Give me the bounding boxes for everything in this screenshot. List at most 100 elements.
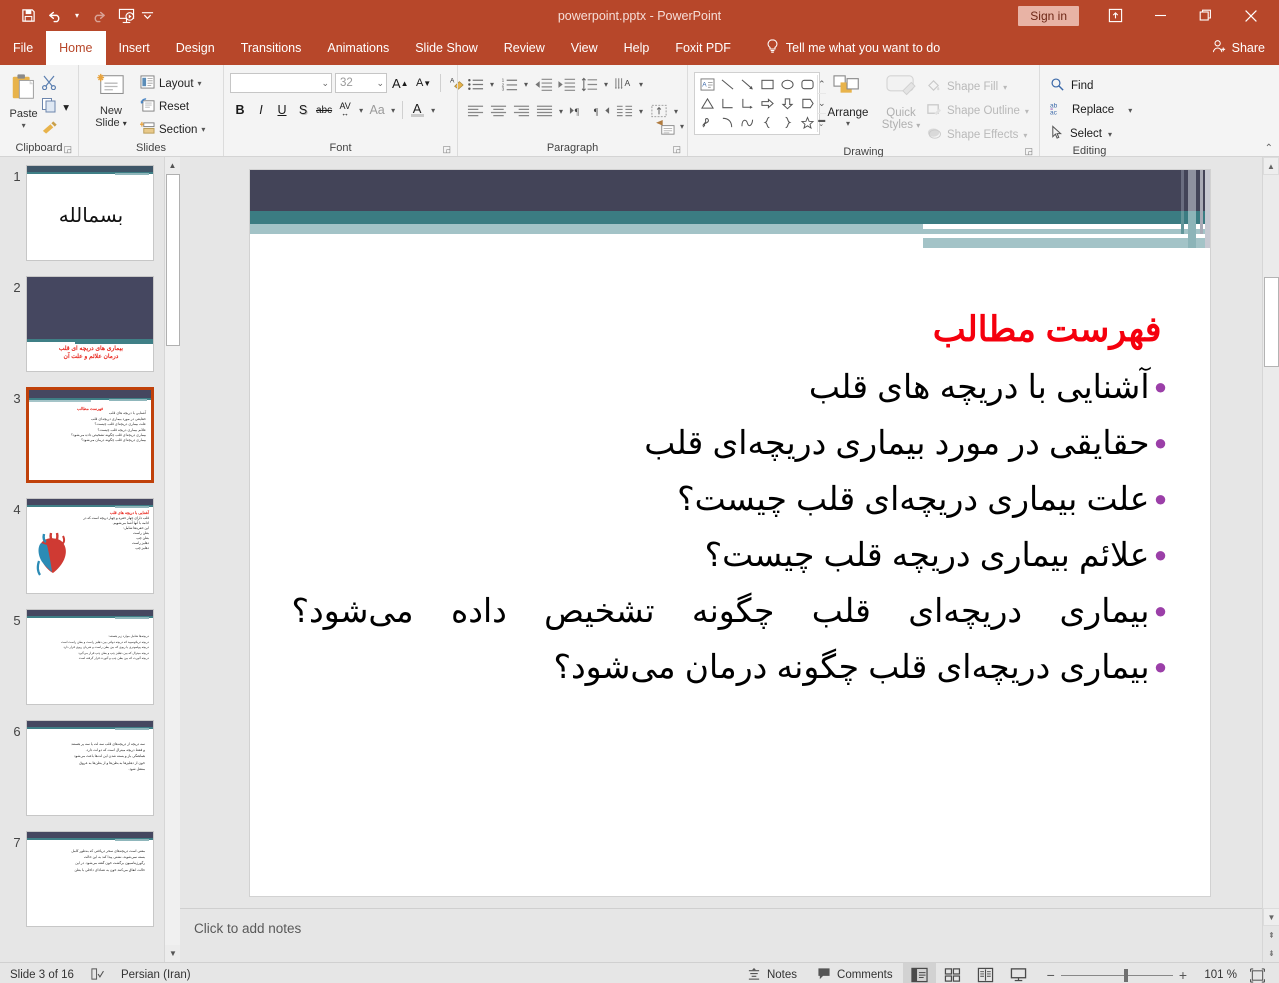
thumbnail-scroll-thumb[interactable]: [166, 174, 180, 346]
save-icon[interactable]: [14, 4, 42, 28]
replace-dropdown-icon[interactable]: ▾: [1128, 106, 1132, 115]
thumbnail-scroll-up-icon[interactable]: ▲: [165, 157, 180, 174]
tab-insert[interactable]: Insert: [106, 31, 163, 65]
shape-right-arrow-icon[interactable]: [757, 94, 777, 113]
share-button[interactable]: Share: [1212, 31, 1279, 65]
tab-file[interactable]: File: [0, 31, 46, 65]
slide-sorter-view-button[interactable]: [936, 963, 969, 983]
align-center-icon[interactable]: [487, 100, 509, 122]
previous-slide-icon[interactable]: ⇞: [1263, 926, 1279, 944]
shape-textbox-icon[interactable]: A: [697, 75, 717, 94]
align-right-icon[interactable]: [510, 100, 532, 122]
bold-button[interactable]: B: [230, 99, 250, 121]
thumbnail-slide-4[interactable]: آشنایی با دریچه های قلب قلب دارای چهار ح…: [26, 498, 154, 594]
justify-icon[interactable]: [533, 100, 555, 122]
thumbnail-item[interactable]: 4 آشنایی با دریچه های قلب قلب دارای چهار…: [0, 498, 180, 594]
font-color-dropdown-icon[interactable]: ▾: [428, 106, 438, 115]
numbering-icon[interactable]: 123: [498, 73, 520, 95]
change-case-button[interactable]: Aa: [367, 99, 387, 121]
line-spacing-dropdown-icon[interactable]: ▾: [601, 80, 611, 89]
thumbnail-item[interactable]: 1 بسمالله: [0, 165, 180, 261]
shape-down-arrow-icon[interactable]: [777, 94, 797, 113]
slide-vertical-scrollbar[interactable]: ▲ ▼ ⇞ ⇟: [1262, 157, 1279, 962]
font-size-dropdown-icon[interactable]: ⌄: [376, 78, 384, 89]
shape-scribble-icon[interactable]: [697, 113, 717, 132]
shape-rounded-rectangle-icon[interactable]: [797, 75, 817, 94]
shape-elbow-arrow-connector-icon[interactable]: [737, 94, 757, 113]
tab-help[interactable]: Help: [611, 31, 663, 65]
decrease-indent-icon[interactable]: [532, 73, 554, 95]
tell-me-search[interactable]: Tell me what you want to do: [766, 31, 940, 65]
tab-slide-show[interactable]: Slide Show: [402, 31, 491, 65]
scroll-thumb[interactable]: [1264, 277, 1279, 367]
undo-icon[interactable]: [42, 4, 70, 28]
font-color-button[interactable]: A: [407, 99, 427, 121]
shape-star-icon[interactable]: [797, 113, 817, 132]
strikethrough-button[interactable]: abc: [314, 99, 334, 121]
minimize-button[interactable]: [1138, 0, 1183, 31]
shape-curve-icon[interactable]: [737, 113, 757, 132]
shape-rectangle-icon[interactable]: [757, 75, 777, 94]
shape-arc-icon[interactable]: [717, 113, 737, 132]
select-dropdown-icon[interactable]: ▾: [1108, 130, 1112, 139]
increase-indent-icon[interactable]: [555, 73, 577, 95]
tab-foxit-pdf[interactable]: Foxit PDF: [662, 31, 744, 65]
slide-show-view-button[interactable]: [1002, 963, 1035, 983]
slide-title[interactable]: فهرست مطالب: [302, 310, 1162, 350]
undo-dropdown-icon[interactable]: ▾: [70, 4, 84, 28]
shape-triangle-icon[interactable]: [697, 94, 717, 113]
zoom-in-button[interactable]: +: [1179, 967, 1187, 983]
text-direction-dropdown-icon[interactable]: ▾: [636, 80, 646, 89]
shape-line-icon[interactable]: [717, 75, 737, 94]
layout-dropdown-icon[interactable]: ▾: [198, 79, 202, 88]
thumbnail-slide-5[interactable]: دریچه‌ها شامل موارد زیر هستند: دریچه تری…: [26, 609, 154, 705]
zoom-slider[interactable]: [1060, 968, 1173, 982]
collapse-ribbon-icon[interactable]: ⌃: [1265, 143, 1273, 154]
paste-dropdown-icon[interactable]: ▾: [22, 121, 26, 130]
decrease-font-size-button[interactable]: A ▼: [414, 72, 434, 94]
drawing-dialog-launcher-icon[interactable]: ◲: [1024, 146, 1033, 157]
ribbon-display-options-icon[interactable]: [1093, 0, 1138, 31]
character-spacing-button[interactable]: AV ↔: [335, 99, 355, 121]
shape-left-brace-icon[interactable]: [757, 113, 777, 132]
thumbnail-item[interactable]: 2 بیماری های دریچه ای قلب درمان علائم و …: [0, 276, 180, 372]
thumbnail-item[interactable]: 6 سه دریچه از دریچه‌های قلب سه لت یا سه …: [0, 720, 180, 816]
cut-button[interactable]: [41, 74, 72, 94]
paste-button[interactable]: Paste ▾: [6, 70, 41, 130]
slide-body-placeholder[interactable]: ● آشنایی با دریچه های قلب ● حقایقی در مو…: [292, 360, 1172, 696]
thumbnail-item[interactable]: 5 دریچه‌ها شامل موارد زیر هستند: دریچه ت…: [0, 609, 180, 705]
layout-button[interactable]: Layout ▾: [137, 73, 208, 94]
numbering-dropdown-icon[interactable]: ▾: [521, 80, 531, 89]
arrange-dropdown-icon[interactable]: ▾: [846, 119, 850, 128]
copy-button[interactable]: ▾: [41, 97, 72, 117]
zoom-slider-handle[interactable]: [1123, 968, 1128, 982]
bullets-dropdown-icon[interactable]: ▾: [487, 80, 497, 89]
font-size-input[interactable]: 32 ⌄: [335, 73, 387, 93]
thumbnail-slide-3[interactable]: فهرست مطالب آشنایی با دریچه های قلب حقای…: [26, 387, 154, 483]
slide-canvas[interactable]: فهرست مطالب ● آشنایی با دریچه های قلب ● …: [248, 169, 1211, 897]
tab-design[interactable]: Design: [163, 31, 228, 65]
font-dialog-launcher-icon[interactable]: ◲: [442, 144, 451, 155]
tab-review[interactable]: Review: [491, 31, 558, 65]
shape-pentagon-tag-icon[interactable]: [797, 94, 817, 113]
zoom-out-button[interactable]: −: [1047, 967, 1055, 983]
scroll-up-icon[interactable]: ▲: [1263, 157, 1279, 175]
italic-button[interactable]: I: [251, 99, 271, 121]
select-button[interactable]: Select ▾: [1046, 123, 1136, 145]
copy-dropdown-icon[interactable]: ▾: [60, 97, 72, 118]
clipboard-dialog-launcher-icon[interactable]: ◲: [63, 144, 72, 155]
underline-button[interactable]: U: [272, 99, 292, 121]
reset-button[interactable]: Reset: [137, 96, 208, 117]
thumbnail-slide-7[interactable]: معنی است دریچه‌های سحر دریافتی که به‌طور…: [26, 831, 154, 927]
text-direction-icon[interactable]: A: [613, 73, 635, 95]
tab-view[interactable]: View: [558, 31, 611, 65]
scroll-down-icon[interactable]: ▼: [1263, 908, 1279, 926]
shape-arrow-icon[interactable]: [737, 75, 757, 94]
comments-button[interactable]: Comments: [807, 963, 903, 983]
thumbnail-slide-2[interactable]: بیماری های دریچه ای قلب درمان علائم و عل…: [26, 276, 154, 372]
sign-in-button[interactable]: Sign in: [1018, 5, 1079, 26]
convert-to-smartart-icon[interactable]: [655, 117, 677, 139]
convert-to-smartart-dropdown-icon[interactable]: ▾: [677, 122, 687, 131]
section-button[interactable]: Section ▾: [137, 119, 208, 140]
tab-animations[interactable]: Animations: [314, 31, 402, 65]
